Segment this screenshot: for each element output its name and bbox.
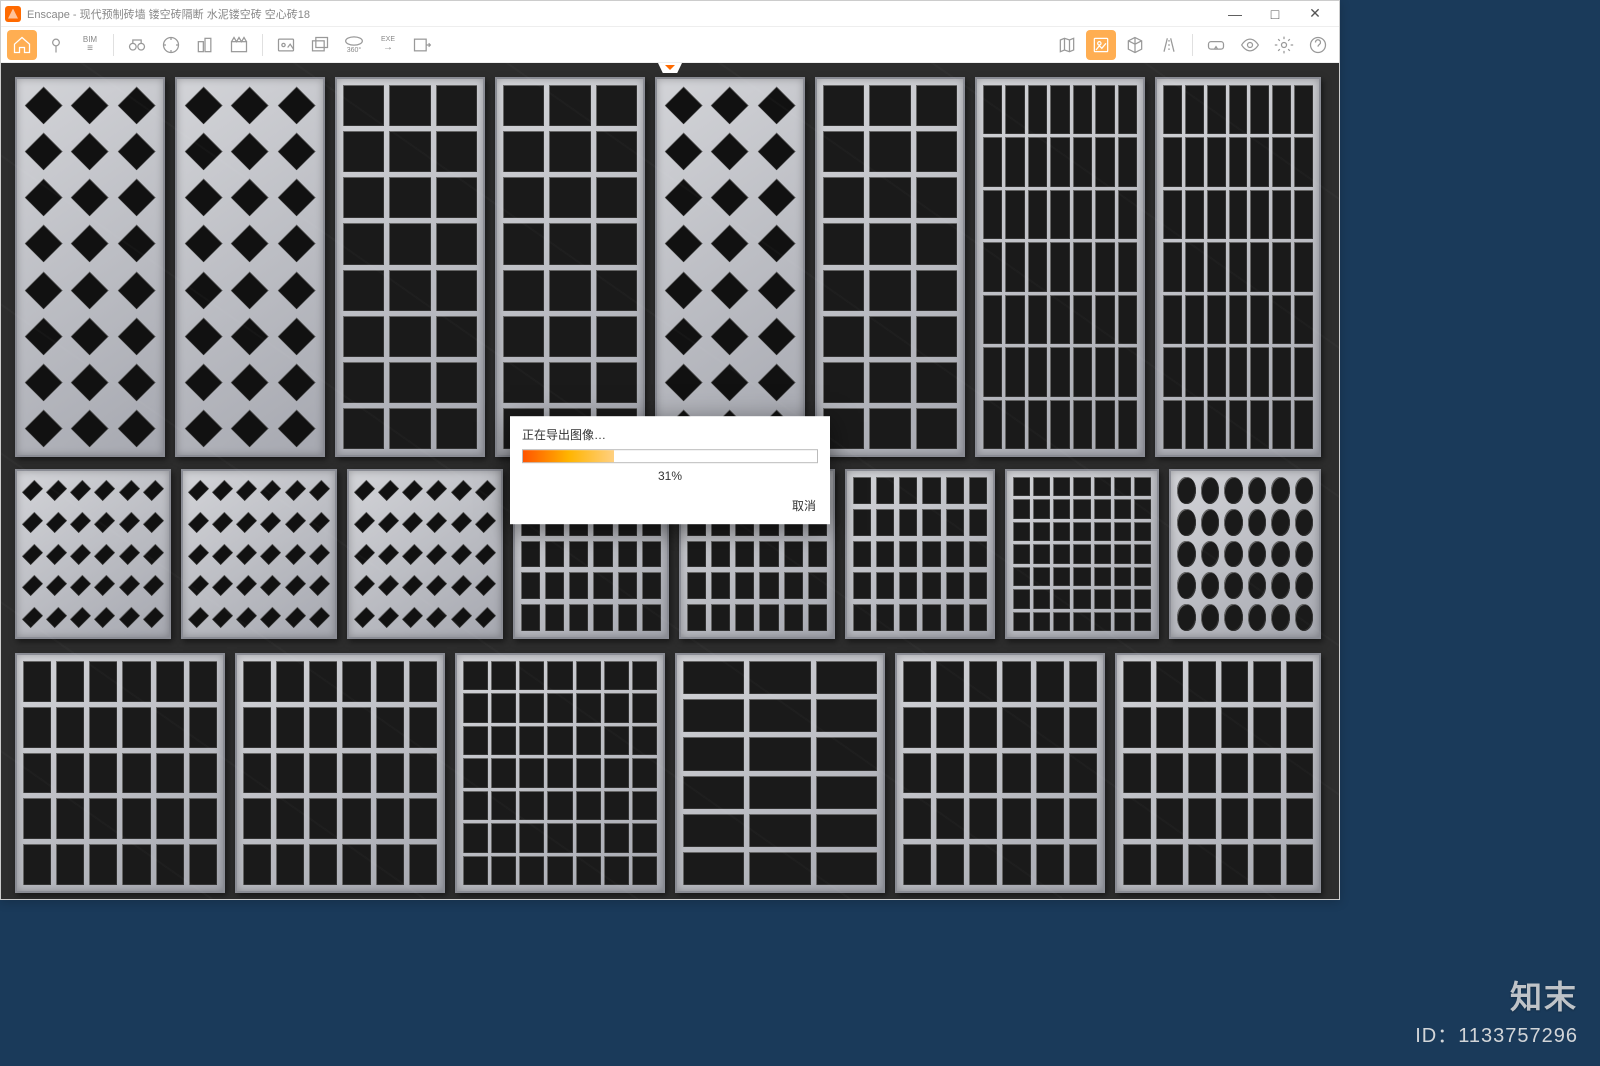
clapperboard-icon[interactable] (224, 30, 254, 60)
eye-icon[interactable] (1235, 30, 1265, 60)
enscape-logo-icon (5, 6, 21, 22)
breeze-block-panel (815, 77, 965, 457)
export-web-icon[interactable] (407, 30, 437, 60)
dialog-title: 正在导出图像… (510, 416, 830, 449)
cancel-button[interactable]: 取消 (792, 497, 816, 514)
compass-icon[interactable] (156, 30, 186, 60)
breeze-block-panel (15, 653, 225, 893)
breeze-block-panel (181, 469, 337, 639)
title-bar: Enscape - 现代预制砖墙 镂空砖隔断 水泥镂空砖 空心砖18 — □ ✕ (1, 1, 1339, 27)
breeze-block-panel (895, 653, 1105, 893)
home-icon[interactable] (7, 30, 37, 60)
breeze-block-panel (975, 77, 1145, 457)
breeze-block-panel (335, 77, 485, 457)
maximize-button[interactable]: □ (1255, 1, 1295, 27)
buildings-icon[interactable] (190, 30, 220, 60)
batch-render-icon[interactable] (305, 30, 335, 60)
map-icon[interactable] (1052, 30, 1082, 60)
breeze-block-panel (495, 77, 645, 457)
minimize-button[interactable]: — (1215, 1, 1255, 27)
progress-percent-label: 31% (510, 463, 830, 489)
breeze-block-panel (1155, 77, 1321, 457)
enscape-window: Enscape - 现代预制砖墙 镂空砖隔断 水泥镂空砖 空心砖18 — □ ✕… (0, 0, 1340, 900)
window-title: Enscape - 现代预制砖墙 镂空砖隔断 水泥镂空砖 空心砖18 (27, 6, 310, 22)
settings-gear-icon[interactable] (1269, 30, 1299, 60)
watermark-id: ID：1133757296 (1415, 1019, 1578, 1048)
breeze-block-panel (1005, 469, 1159, 639)
breeze-block-panel (675, 653, 885, 893)
breeze-block-panel (347, 469, 503, 639)
breeze-block-panel (15, 77, 165, 457)
breeze-block-panel (15, 469, 171, 639)
breeze-block-panel (175, 77, 325, 457)
render-viewport[interactable]: 正在导出图像… 31% 取消 (1, 63, 1339, 899)
road-icon[interactable] (1154, 30, 1184, 60)
toolbar-collapse-handle[interactable] (658, 63, 682, 73)
screenshot-icon[interactable] (271, 30, 301, 60)
breeze-block-panel (845, 469, 995, 639)
export-exe-icon[interactable]: EXE→ (373, 30, 403, 60)
binoculars-icon[interactable] (122, 30, 152, 60)
bim-menu-icon[interactable]: BIM≡ (75, 30, 105, 60)
location-pin-icon[interactable] (41, 30, 71, 60)
breeze-block-panel (1169, 469, 1321, 639)
asset-library-icon[interactable] (1086, 30, 1116, 60)
vr-headset-icon[interactable] (1201, 30, 1231, 60)
breeze-block-panel (235, 653, 445, 893)
help-icon[interactable] (1303, 30, 1333, 60)
progress-bar (522, 449, 818, 463)
close-button[interactable]: ✕ (1295, 1, 1335, 27)
breeze-block-panel (1115, 653, 1321, 893)
panorama-360-icon[interactable]: 360° (339, 30, 369, 60)
watermark-brand: 知末 (1510, 972, 1578, 1018)
progress-bar-fill (523, 450, 614, 462)
cube-icon[interactable] (1120, 30, 1150, 60)
export-progress-dialog: 正在导出图像… 31% 取消 (510, 416, 830, 524)
breeze-block-panel (455, 653, 665, 893)
main-toolbar: BIM≡ 360° EXE→ (1, 27, 1339, 63)
breeze-block-panel (655, 77, 805, 457)
